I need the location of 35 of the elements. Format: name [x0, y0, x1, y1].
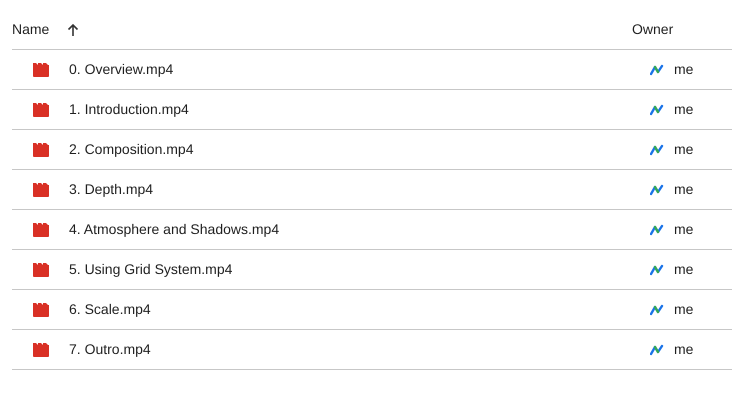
owner-avatar-icon [650, 264, 664, 276]
owner-avatar-icon [650, 344, 664, 356]
owner-name: me [674, 180, 694, 199]
file-name[interactable]: 5. Using Grid System.mp4 [69, 259, 232, 280]
video-file-icon [32, 342, 50, 358]
video-file-icon [32, 182, 50, 198]
file-name[interactable]: 2. Composition.mp4 [69, 139, 194, 160]
video-file-icon [32, 102, 50, 118]
owner-name: me [674, 300, 694, 319]
file-name[interactable]: 6. Scale.mp4 [69, 299, 151, 320]
video-file-icon [32, 262, 50, 278]
owner-avatar-icon [650, 184, 664, 196]
owner-avatar-icon [650, 224, 664, 236]
video-file-icon [32, 62, 50, 78]
video-file-icon [32, 142, 50, 158]
file-name[interactable]: 3. Depth.mp4 [69, 179, 154, 200]
column-header[interactable]: Name [12, 19, 50, 40]
file-name[interactable]: 4. Atmosphere and Shadows.mp4 [69, 219, 280, 240]
column-header[interactable]: Owner [632, 19, 674, 40]
owner-avatar-icon [650, 304, 664, 316]
owner-avatar-icon [650, 64, 664, 76]
video-file-icon [32, 302, 50, 318]
video-file-icon [32, 222, 50, 238]
owner-name: me [674, 100, 694, 119]
owner-avatar-icon [650, 144, 664, 156]
owner-name: me [674, 140, 694, 159]
file-name[interactable]: 7. Outro.mp4 [69, 339, 151, 360]
owner-name: me [674, 220, 694, 239]
owner-name: me [674, 60, 694, 79]
owner-name: me [674, 340, 694, 359]
owner-name: me [674, 260, 694, 279]
file-name[interactable]: 1. Introduction.mp4 [69, 99, 189, 120]
file-name[interactable]: 0. Overview.mp4 [69, 59, 174, 80]
sort-up-arrow-icon[interactable] [67, 22, 80, 36]
owner-avatar-icon [650, 104, 664, 116]
